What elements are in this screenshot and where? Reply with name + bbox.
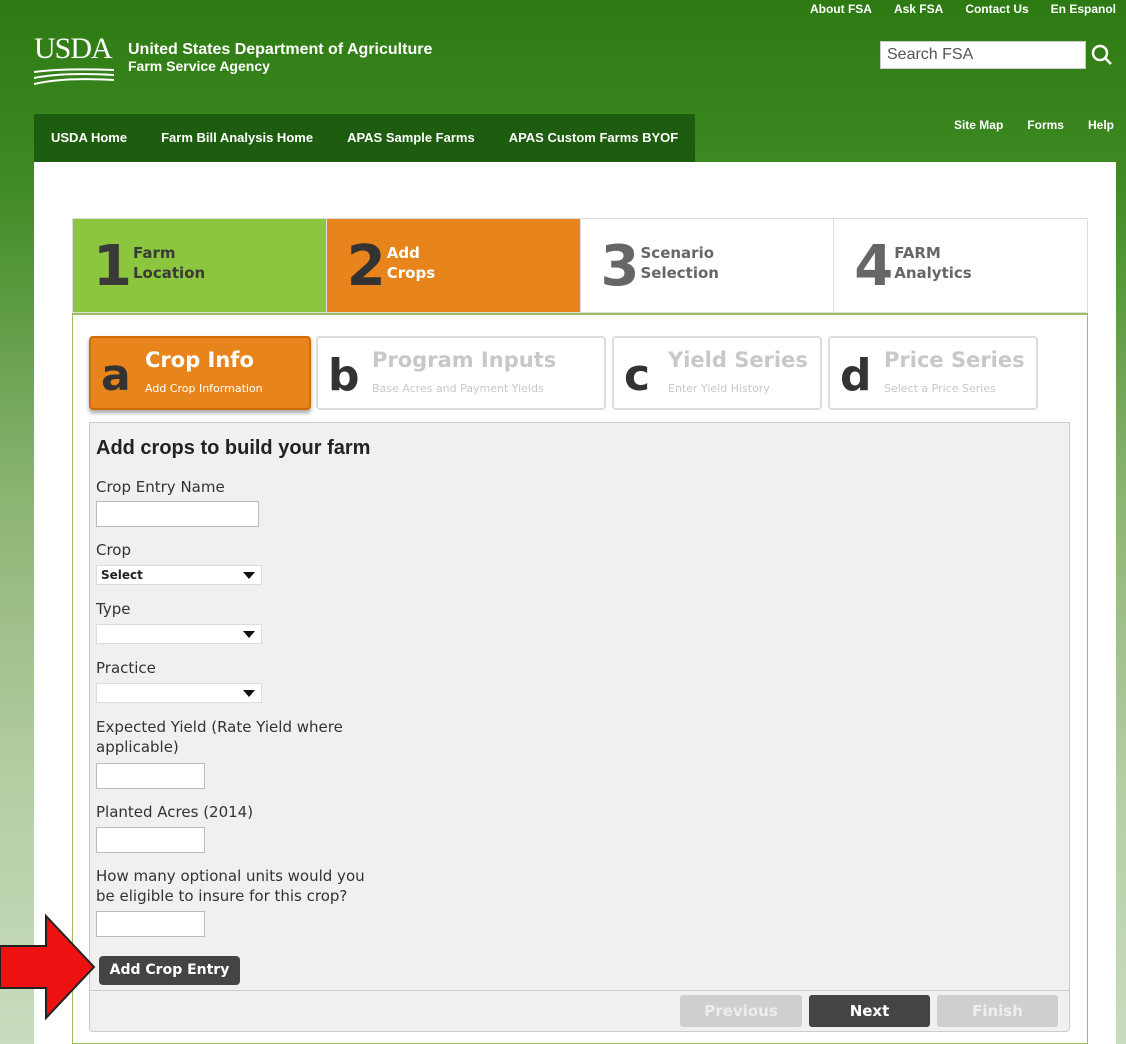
chevron-down-icon [243, 572, 255, 579]
forms-link[interactable]: Forms [1027, 118, 1064, 132]
expected-yield-label-line2: applicable) [96, 738, 179, 756]
crop-select[interactable]: Select [96, 565, 262, 585]
expected-yield-label-line1: Expected Yield (Rate Yield where [96, 718, 343, 736]
crop-entry-name-field[interactable] [96, 501, 259, 527]
subtab-price-series[interactable]: d Price Series Select a Price Series [828, 336, 1038, 410]
step-label-line2: Crops [386, 264, 436, 282]
nav-apas-sample-farms[interactable]: APAS Sample Farms [330, 114, 492, 162]
crop-entry-name-label: Crop Entry Name [96, 478, 225, 496]
crop-label: Crop [96, 541, 132, 559]
step-number: 4 [854, 234, 894, 299]
subtab-program-inputs[interactable]: b Program Inputs Base Acres and Payment … [316, 336, 606, 410]
logo-text: USDA [34, 32, 113, 65]
help-link[interactable]: Help [1088, 118, 1114, 132]
next-button[interactable]: Next [809, 995, 930, 1027]
subtab-letter: b [328, 350, 360, 401]
step-scenario-selection[interactable]: 3 Scenario Selection [580, 219, 835, 312]
step-add-crops[interactable]: 2 Add Crops [326, 219, 581, 312]
agency-name: United States Department of Agriculture … [128, 41, 433, 75]
chevron-down-icon [243, 690, 255, 697]
subtab-letter: a [101, 350, 131, 401]
subtab-subtitle: Enter Yield History [668, 382, 770, 395]
en-espanol-link[interactable]: En Espanol [1051, 2, 1116, 16]
subtab-title: Program Inputs [372, 348, 557, 372]
site-map-link[interactable]: Site Map [954, 118, 1003, 132]
usda-logo[interactable]: USDA [34, 34, 114, 92]
subtab-letter: c [624, 350, 651, 401]
subtab-subtitle: Add Crop Information [145, 382, 263, 395]
utility-links: Site Map Forms Help [954, 118, 1114, 132]
subtab-title: Price Series [884, 348, 1025, 372]
step-label-line2: Analytics [894, 264, 972, 282]
step-label-line1: Farm [133, 244, 176, 262]
optional-units-label-line1: How many optional units would you [96, 867, 365, 885]
step-number: 2 [346, 234, 386, 299]
chevron-down-icon [243, 631, 255, 638]
agency-line2: Farm Service Agency [128, 58, 270, 74]
practice-label: Practice [96, 659, 156, 677]
planted-acres-field[interactable] [96, 827, 205, 853]
contact-us-link[interactable]: Contact Us [965, 2, 1028, 16]
subtab-title: Yield Series [668, 348, 808, 372]
logo-swoosh-icon [34, 68, 114, 85]
step-label: Farm Location [133, 243, 205, 283]
crop-select-value: Select [101, 568, 143, 582]
subtab-subtitle: Select a Price Series [884, 382, 996, 395]
practice-select[interactable] [96, 683, 262, 703]
step-label-line1: FARM [894, 244, 941, 262]
nav-apas-custom-farms[interactable]: APAS Custom Farms BYOF [492, 114, 696, 162]
step-number: 3 [600, 234, 640, 299]
optional-units-field[interactable] [96, 911, 205, 937]
type-label: Type [96, 600, 131, 618]
previous-button[interactable]: Previous [680, 995, 802, 1027]
optional-units-label: How many optional units would you be eli… [96, 866, 365, 906]
wizard-steps: 1 Farm Location 2 Add Crops 3 Scenario S… [72, 218, 1088, 313]
planted-acres-label: Planted Acres (2014) [96, 803, 254, 821]
step-label: Scenario Selection [641, 243, 719, 283]
agency-line1: United States Department of Agriculture [128, 41, 433, 58]
step-label-line2: Selection [640, 264, 719, 282]
subtab-title: Crop Info [145, 348, 254, 372]
about-fsa-link[interactable]: About FSA [810, 2, 872, 16]
search-icon[interactable] [1090, 43, 1114, 67]
subtab-crop-info[interactable]: a Crop Info Add Crop Information [89, 336, 311, 410]
red-arrow-icon [0, 913, 96, 1021]
ask-fsa-link[interactable]: Ask FSA [894, 2, 943, 16]
step-farm-location[interactable]: 1 Farm Location [73, 219, 327, 312]
subtab-letter: d [840, 350, 872, 401]
step-number: 1 [93, 234, 132, 299]
add-crop-entry-button[interactable]: Add Crop Entry [99, 956, 240, 985]
optional-units-label-line2: be eligible to insure for this crop? [96, 887, 348, 905]
subtab-yield-series[interactable]: c Yield Series Enter Yield History [612, 336, 822, 410]
main-nav: USDA Home Farm Bill Analysis Home APAS S… [34, 114, 696, 162]
nav-farm-bill-analysis-home[interactable]: Farm Bill Analysis Home [144, 114, 330, 162]
step-farm-analytics[interactable]: 4 FARM Analytics [834, 219, 1087, 312]
expected-yield-field[interactable] [96, 763, 205, 789]
step-label: Add Crops [387, 243, 435, 283]
subtab-subtitle: Base Acres and Payment Yields [372, 382, 544, 395]
expected-yield-label: Expected Yield (Rate Yield where applica… [96, 717, 343, 757]
finish-button[interactable]: Finish [937, 995, 1058, 1027]
step-label-line1: Scenario [640, 244, 715, 262]
search-input[interactable]: Search FSA [880, 41, 1086, 69]
type-select[interactable] [96, 624, 262, 644]
step-label-line1: Add [386, 244, 420, 262]
step-label-line2: Location [133, 264, 206, 282]
top-links: About FSA Ask FSA Contact Us En Espanol [810, 2, 1116, 16]
nav-usda-home[interactable]: USDA Home [34, 114, 144, 162]
step-label: FARM Analytics [894, 243, 971, 283]
form-title: Add crops to build your farm [96, 437, 371, 459]
